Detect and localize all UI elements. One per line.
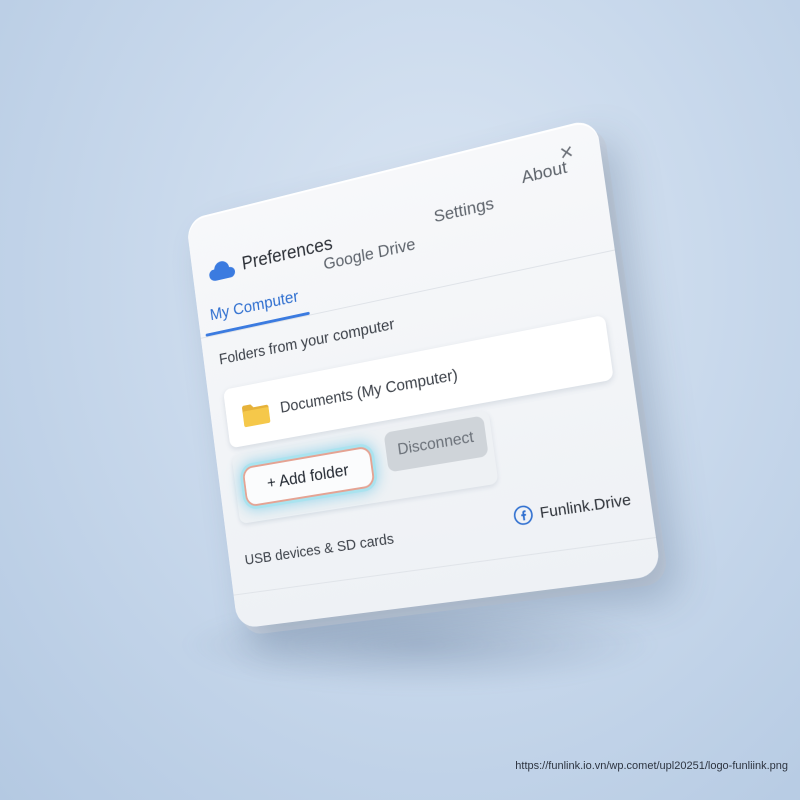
tab-settings[interactable]: Settings	[433, 193, 496, 227]
usb-devices-label: USB devices & SD cards	[243, 530, 395, 569]
preferences-window: × Preferences My Computer Google Drive S…	[185, 117, 662, 629]
scene: × Preferences My Computer Google Drive S…	[0, 0, 800, 800]
add-folder-button[interactable]: + Add folder	[241, 445, 376, 508]
title-bar: Preferences	[207, 234, 334, 284]
window-title: Preferences	[240, 233, 334, 275]
disconnect-button[interactable]: Disconnect	[383, 415, 489, 473]
folder-name: Documents (My Computer)	[279, 366, 459, 417]
brand: Funlink.Drive	[512, 489, 632, 527]
brand-name: Funlink.Drive	[538, 490, 633, 522]
cloud-icon	[207, 258, 236, 283]
tab-about[interactable]: About	[520, 157, 568, 188]
folder-icon	[241, 401, 271, 428]
watermark-url: https://funlink.io.vn/wp.comet/upl20251/…	[515, 760, 788, 772]
brand-circle-f-icon	[512, 503, 535, 527]
tab-google-drive[interactable]: Google Drive	[322, 234, 416, 274]
